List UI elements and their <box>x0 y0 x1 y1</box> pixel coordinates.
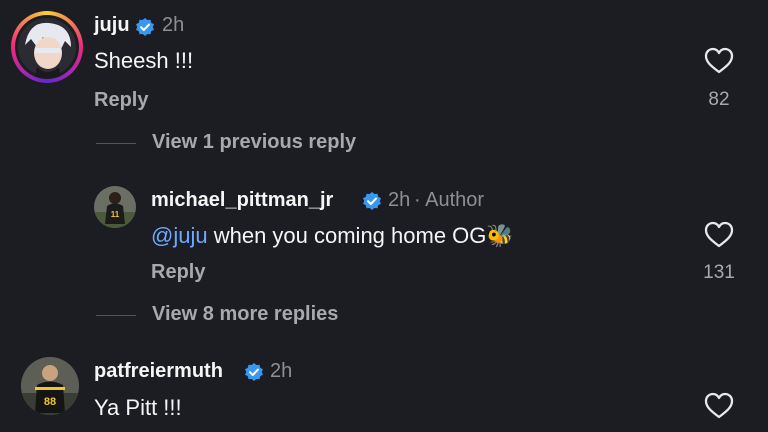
thread-line <box>96 143 136 144</box>
comment-time: 2h <box>388 189 411 211</box>
view-more-replies-button[interactable]: View 8 more replies <box>152 303 338 326</box>
reply-button[interactable]: Reply <box>151 261 205 284</box>
comment-username[interactable]: patfreiermuth <box>94 360 223 383</box>
comment-text: @juju when you coming home OG🐝 <box>151 223 514 249</box>
thread-line <box>96 315 136 316</box>
like-count: 131 <box>703 262 735 283</box>
svg-text:88: 88 <box>44 396 56 408</box>
comment-text: Ya Pitt !!! <box>94 395 182 420</box>
comment-text-body: when you coming home OG <box>207 223 487 248</box>
comment-text: Sheesh !!! <box>94 48 194 73</box>
avatar-image: 11 <box>94 186 136 228</box>
author-tag: · Author <box>414 189 485 211</box>
view-previous-reply-button[interactable]: View 1 previous reply <box>152 131 356 154</box>
mention-link[interactable]: @juju <box>151 223 208 248</box>
reply-button[interactable]: Reply <box>94 89 148 112</box>
svg-text:11: 11 <box>111 210 120 219</box>
verified-badge-icon <box>136 18 154 36</box>
avatar-juju[interactable] <box>15 15 79 79</box>
heart-icon[interactable] <box>704 392 734 420</box>
avatar-michael-pittman-jr[interactable]: 11 <box>94 186 136 228</box>
heart-icon[interactable] <box>704 221 734 249</box>
avatar-image <box>18 18 76 77</box>
verified-badge-icon <box>245 363 263 381</box>
comment-time: 2h <box>270 360 293 382</box>
heart-icon[interactable] <box>704 47 734 75</box>
comment-time: 2h <box>162 14 185 36</box>
avatar-image: 88 <box>21 357 79 415</box>
bee-emoji: 🐝 <box>486 223 514 248</box>
comment-username[interactable]: juju <box>94 14 130 37</box>
like-count: 82 <box>708 89 730 110</box>
avatar-patfreiermuth[interactable]: 88 <box>21 357 79 415</box>
comment-username[interactable]: michael_pittman_jr <box>151 189 333 212</box>
verified-badge-icon <box>363 192 381 210</box>
